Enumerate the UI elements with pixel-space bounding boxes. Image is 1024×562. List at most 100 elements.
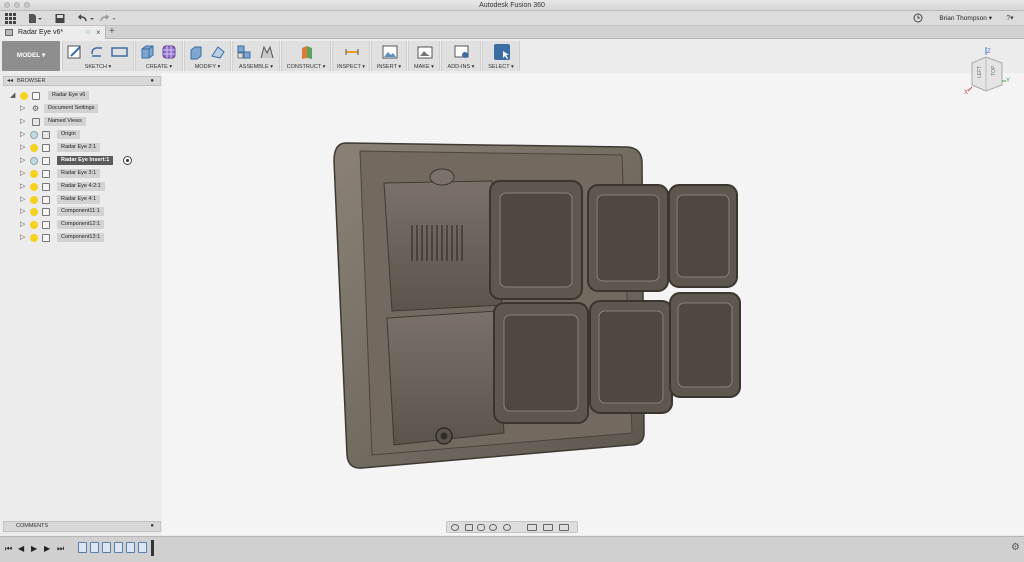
timeline-marker[interactable] — [151, 540, 154, 556]
undo-icon[interactable] — [77, 13, 95, 24]
activate-component-icon[interactable] — [123, 156, 132, 165]
line-icon[interactable] — [89, 44, 105, 60]
construct-group[interactable]: CONSTRUCT ▾ — [281, 41, 331, 71]
fit-zoom-icon[interactable] — [503, 524, 511, 531]
insert-group[interactable]: INSERT ▾ — [371, 41, 407, 71]
tree-item-document-settings[interactable]: ▷ ⚙ Document Settings — [20, 104, 110, 114]
collapsed-triangle-icon[interactable]: ▷ — [20, 105, 25, 113]
collapsed-triangle-icon[interactable]: ▷ — [20, 221, 25, 229]
user-account-menu[interactable]: Brian Thompson ▾ — [939, 13, 992, 24]
viewcube-top-face[interactable]: TOP — [991, 65, 997, 76]
assemble-group[interactable]: ASSEMBLE ▾ — [232, 41, 280, 71]
pin-panel-icon[interactable]: ● — [150, 77, 154, 85]
file-icon[interactable] — [28, 13, 42, 24]
look-at-icon[interactable] — [465, 524, 473, 531]
redo-icon[interactable] — [99, 13, 117, 24]
tree-item-radar-eye-4-2[interactable]: ▷ Radar Eye 4:2:1 — [20, 182, 110, 192]
modify-group[interactable]: MODIFY ▾ — [184, 41, 231, 71]
inspect-group[interactable]: INSPECT ▾ — [332, 41, 370, 71]
3d-print-icon[interactable] — [417, 44, 433, 60]
create-sketch-icon[interactable] — [67, 44, 83, 60]
timeline-feature[interactable] — [138, 542, 147, 553]
sketch-group[interactable]: SKETCH ▾ — [62, 41, 134, 71]
extrude-icon[interactable] — [139, 44, 155, 60]
add-ins-group[interactable]: ADD-INS ▾ — [441, 41, 481, 71]
clock-icon[interactable] — [913, 13, 923, 24]
insert-image-icon[interactable] — [382, 44, 398, 60]
form-icon[interactable] — [161, 44, 177, 60]
go-to-start-icon[interactable]: ⏮ — [5, 544, 12, 554]
collapsed-triangle-icon[interactable]: ▷ — [20, 157, 25, 165]
close-window-button[interactable] — [4, 2, 10, 8]
viewports-icon[interactable] — [559, 524, 569, 531]
play-icon[interactable]: ▶ — [31, 544, 37, 554]
zoom-window-button[interactable] — [24, 2, 30, 8]
step-forward-icon[interactable]: ▶ — [44, 544, 50, 554]
expanded-triangle-icon[interactable]: ◢ — [10, 92, 15, 100]
minimize-window-button[interactable] — [14, 2, 20, 8]
scripts-addins-icon[interactable] — [454, 44, 470, 60]
tree-item-radar-eye-insert[interactable]: ▷ Radar Eye Insert:1 — [20, 156, 135, 166]
visibility-bulb-icon[interactable] — [30, 234, 38, 242]
visibility-bulb-off-icon[interactable] — [30, 157, 38, 165]
go-to-end-icon[interactable]: ⏭ — [57, 544, 64, 554]
timeline-feature[interactable] — [114, 542, 123, 553]
visibility-bulb-icon[interactable] — [30, 170, 38, 178]
timeline-feature[interactable] — [78, 542, 87, 553]
browser-panel-header[interactable]: ◂◂ BROWSER ● — [3, 76, 161, 86]
tree-item-component11[interactable]: ▷ Component11:1 — [20, 207, 115, 217]
document-tab[interactable]: Radar Eye v6* ○ × — [0, 26, 106, 39]
measure-icon[interactable] — [344, 44, 360, 60]
save-icon[interactable] — [55, 13, 65, 24]
visibility-bulb-icon[interactable] — [30, 144, 38, 152]
orbit-icon[interactable] — [451, 524, 459, 531]
select-group[interactable]: SELECT ▾ — [482, 41, 520, 71]
collapsed-triangle-icon[interactable]: ▷ — [20, 208, 25, 216]
visibility-bulb-icon[interactable] — [20, 92, 28, 100]
make-group[interactable]: MAKE ▾ — [408, 41, 440, 71]
tree-item-radar-eye-2[interactable]: ▷ Radar Eye 2:1 — [20, 143, 110, 153]
step-back-icon[interactable]: ◀ — [18, 544, 24, 554]
pin-panel-icon[interactable]: ● — [150, 522, 154, 531]
3d-viewport[interactable]: LEFT TOP Z Y X — [162, 47, 1024, 535]
offset-plane-icon[interactable] — [299, 44, 315, 60]
timeline-feature[interactable] — [90, 542, 99, 553]
grid-settings-icon[interactable] — [543, 524, 553, 531]
collapsed-triangle-icon[interactable]: ▷ — [20, 170, 25, 178]
workspace-switcher[interactable]: MODEL ▾ — [2, 41, 60, 71]
select-icon[interactable] — [494, 44, 510, 60]
rectangle-icon[interactable] — [111, 44, 128, 60]
timeline-settings-gear-icon[interactable]: ⚙ — [1011, 542, 1020, 553]
collapsed-triangle-icon[interactable]: ▷ — [20, 131, 25, 139]
tree-item-component13[interactable]: ▷ Component13:1 — [20, 233, 115, 243]
visibility-bulb-icon[interactable] — [30, 221, 38, 229]
tree-item-radar-eye-3[interactable]: ▷ Radar Eye 3:1 — [20, 169, 110, 179]
new-tab-button[interactable]: + — [109, 26, 115, 38]
tree-item-component12[interactable]: ▷ Component12:1 — [20, 220, 115, 230]
collapsed-triangle-icon[interactable]: ▷ — [20, 118, 25, 126]
tree-item-origin[interactable]: ▷ Origin — [20, 130, 90, 140]
visibility-bulb-icon[interactable] — [30, 208, 38, 216]
visibility-bulb-icon[interactable] — [30, 183, 38, 191]
timeline-feature[interactable] — [102, 542, 111, 553]
tree-item-named-views[interactable]: ▷ Named Views — [20, 117, 100, 127]
collapsed-triangle-icon[interactable]: ▷ — [20, 234, 25, 242]
press-pull-icon[interactable] — [188, 44, 204, 60]
visibility-bulb-icon[interactable] — [30, 196, 38, 204]
joint-icon[interactable] — [259, 44, 275, 60]
help-button[interactable]: ?▾ — [1002, 13, 1018, 24]
collapsed-triangle-icon[interactable]: ▷ — [20, 196, 25, 204]
comments-panel-header[interactable]: COMMENTS ● — [3, 521, 161, 532]
radar-eye-model[interactable] — [332, 133, 742, 478]
zoom-icon[interactable] — [489, 524, 497, 531]
viewcube-left-face[interactable]: LEFT — [977, 66, 983, 78]
visibility-bulb-off-icon[interactable] — [30, 131, 38, 139]
create-group[interactable]: CREATE ▾ — [135, 41, 183, 71]
display-settings-icon[interactable] — [527, 524, 537, 531]
collapsed-triangle-icon[interactable]: ▷ — [20, 144, 25, 152]
collapse-panel-icon[interactable]: ◂◂ — [7, 77, 13, 85]
fillet-icon[interactable] — [210, 44, 226, 60]
tree-item-radar-eye-4[interactable]: ▷ Radar Eye 4:1 — [20, 195, 110, 205]
timeline-feature[interactable] — [126, 542, 135, 553]
pan-hand-icon[interactable] — [477, 524, 485, 531]
